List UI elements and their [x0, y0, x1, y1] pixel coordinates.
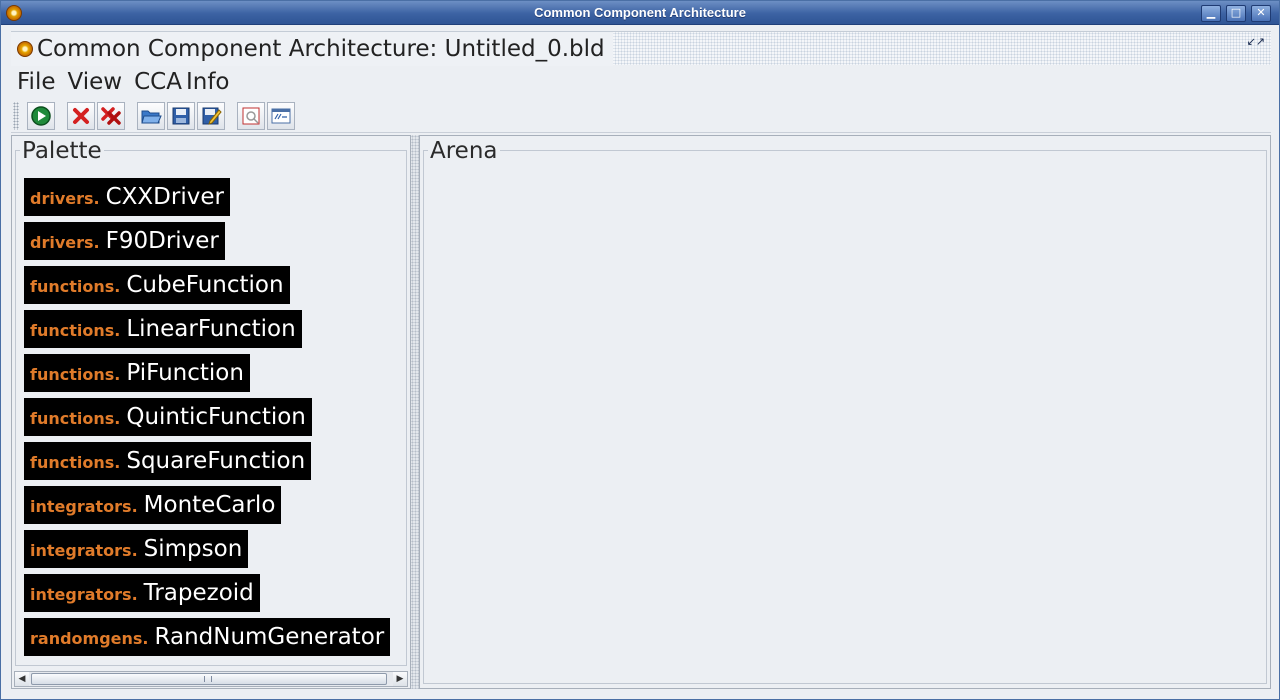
- minimize-button[interactable]: ▁: [1201, 5, 1221, 22]
- close-button[interactable]: ✕: [1251, 5, 1271, 22]
- split-pane-divider[interactable]: [411, 135, 419, 689]
- arena-border: [423, 150, 1267, 684]
- console-button[interactable]: [267, 102, 295, 130]
- app-logo-icon: [17, 41, 33, 57]
- scroll-thumb[interactable]: [31, 673, 387, 685]
- palette-component[interactable]: integrators. MonteCarlo: [24, 486, 282, 524]
- maximize-button[interactable]: □: [1226, 5, 1246, 22]
- component-name: F90Driver: [105, 228, 219, 254]
- palette-component[interactable]: drivers. F90Driver: [24, 222, 225, 260]
- menu-cca[interactable]: CCA: [128, 67, 184, 97]
- debug-button[interactable]: [237, 102, 265, 130]
- palette-component[interactable]: functions. CubeFunction: [24, 266, 290, 304]
- component-name: CubeFunction: [126, 272, 284, 298]
- component-package: functions.: [30, 277, 121, 296]
- palette-component[interactable]: integrators. Trapezoid: [24, 574, 260, 612]
- save-button[interactable]: [167, 102, 195, 130]
- menu-bar: File View CCA Info: [11, 67, 1271, 97]
- toolbar-grip[interactable]: [13, 102, 19, 130]
- scroll-right-button[interactable]: ▶: [393, 672, 407, 686]
- menu-info[interactable]: Info: [184, 67, 236, 97]
- save-as-icon: [202, 107, 222, 125]
- component-package: drivers.: [30, 189, 100, 208]
- component-package: integrators.: [30, 585, 138, 604]
- palette-horizontal-scrollbar[interactable]: ◀ ▶: [14, 671, 408, 687]
- component-package: functions.: [30, 409, 121, 428]
- component-package: functions.: [30, 453, 121, 472]
- delete-icon: [73, 108, 89, 124]
- component-name: MonteCarlo: [143, 492, 276, 518]
- menu-file[interactable]: File: [11, 67, 62, 97]
- component-package: functions.: [30, 365, 121, 384]
- palette-component[interactable]: integrators. Simpson: [24, 530, 249, 568]
- palette-component[interactable]: functions. QuinticFunction: [24, 398, 312, 436]
- internal-frame-titlebar[interactable]: Common Component Architecture: Untitled_…: [11, 31, 1271, 66]
- scroll-left-button[interactable]: ◀: [15, 672, 29, 686]
- window-title: Common Component Architecture: [534, 5, 746, 20]
- delete-button[interactable]: [67, 102, 95, 130]
- delete-all-button[interactable]: [97, 102, 125, 130]
- scroll-thumb-grip: [204, 676, 212, 682]
- delete-all-icon: [101, 107, 121, 125]
- open-folder-icon: [141, 110, 162, 124]
- component-package: integrators.: [30, 497, 138, 516]
- arena-title: Arena: [428, 138, 500, 164]
- run-button[interactable]: [27, 102, 55, 130]
- restore-icon[interactable]: ↙↗: [1247, 35, 1265, 48]
- palette-component[interactable]: drivers. CXXDriver: [24, 178, 230, 216]
- component-name: RandNumGenerator: [154, 624, 385, 650]
- component-name: Trapezoid: [143, 580, 254, 606]
- component-name: PiFunction: [126, 360, 244, 386]
- component-name: SquareFunction: [126, 448, 306, 474]
- save-as-button[interactable]: [197, 102, 225, 130]
- component-name: Simpson: [143, 536, 243, 562]
- component-name: CXXDriver: [105, 184, 224, 210]
- debug-icon: [242, 107, 260, 125]
- palette-component-list: drivers. CXXDriver drivers. F90Driver fu…: [24, 178, 391, 662]
- component-package: integrators.: [30, 541, 138, 560]
- menu-view[interactable]: View: [62, 67, 129, 97]
- component-package: drivers.: [30, 233, 100, 252]
- main-window: Common Component Architecture ▁ □ ✕ Comm…: [0, 0, 1280, 700]
- internal-frame-title: Common Component Architecture: Untitled_…: [37, 36, 605, 62]
- toolbar: [11, 99, 1271, 133]
- palette-component[interactable]: functions. LinearFunction: [24, 310, 302, 348]
- save-icon: [172, 107, 190, 125]
- arena-panel[interactable]: Arena: [419, 135, 1271, 689]
- component-name: QuinticFunction: [126, 404, 306, 430]
- window-titlebar[interactable]: Common Component Architecture ▁ □ ✕: [1, 1, 1279, 25]
- component-package: functions.: [30, 321, 121, 340]
- open-button[interactable]: [137, 102, 165, 130]
- component-name: LinearFunction: [126, 316, 296, 342]
- console-icon: [271, 108, 291, 124]
- run-icon: [31, 106, 51, 126]
- palette-component[interactable]: randomgens. RandNumGenerator: [24, 618, 391, 656]
- component-package: randomgens.: [30, 629, 149, 648]
- internal-frame-title-wrap: Common Component Architecture: Untitled_…: [11, 32, 613, 66]
- palette-component[interactable]: functions. SquareFunction: [24, 442, 312, 480]
- palette-panel: Palette drivers. CXXDriver drivers. F90D…: [11, 135, 411, 689]
- palette-title: Palette: [20, 138, 104, 164]
- palette-component[interactable]: functions. PiFunction: [24, 354, 250, 392]
